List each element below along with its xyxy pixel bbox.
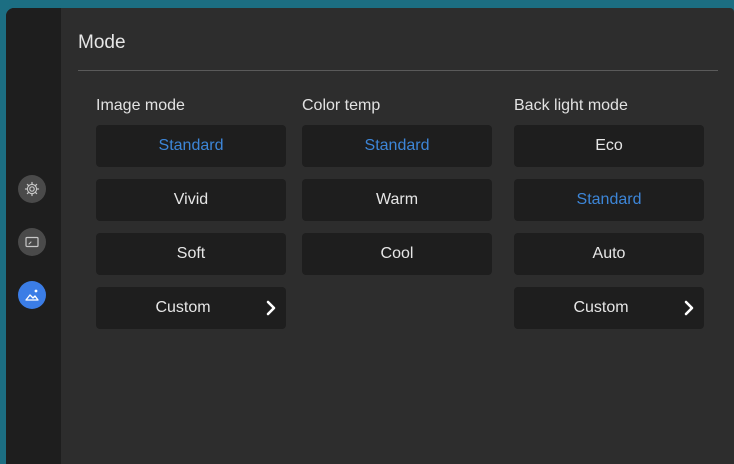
image-mode-soft-button[interactable]: Soft — [96, 233, 286, 275]
color-temp-heading: Color temp — [302, 97, 381, 114]
color-temp-cool-button[interactable]: Cool — [302, 233, 492, 275]
back-light-eco-button[interactable]: Eco — [514, 125, 704, 167]
image-mode-heading: Image mode — [96, 97, 185, 114]
color-temp-warm-button[interactable]: Warm — [302, 179, 492, 221]
chevron-right-icon — [684, 300, 694, 316]
sidebar-item-settings[interactable] — [18, 175, 46, 203]
gear-icon — [24, 181, 40, 197]
option-label: Standard — [158, 137, 224, 154]
sidebar-item-display[interactable] — [18, 228, 46, 256]
chevron-right-icon — [266, 300, 276, 316]
option-label: Cool — [380, 245, 414, 262]
image-mode-vivid-button[interactable]: Vivid — [96, 179, 286, 221]
sidebar-item-image-mode[interactable] — [18, 281, 46, 309]
display-icon — [25, 236, 39, 248]
option-label: Standard — [576, 191, 642, 208]
option-label: Vivid — [173, 191, 209, 208]
option-label: Eco — [595, 137, 623, 154]
settings-window: Mode Image mode Standard Vivid Soft Cust… — [6, 8, 734, 464]
color-temp-standard-button[interactable]: Standard — [302, 125, 492, 167]
option-label: Standard — [364, 137, 430, 154]
option-label: Custom — [573, 299, 629, 316]
image-mode-custom-button[interactable]: Custom — [96, 287, 286, 329]
option-label: Auto — [592, 245, 626, 262]
back-light-auto-button[interactable]: Auto — [514, 233, 704, 275]
image-mode-icon — [25, 289, 39, 301]
option-label: Soft — [176, 245, 206, 262]
image-mode-standard-button[interactable]: Standard — [96, 125, 286, 167]
page-title: Mode — [78, 32, 126, 53]
back-light-mode-heading: Back light mode — [514, 97, 628, 114]
back-light-custom-button[interactable]: Custom — [514, 287, 704, 329]
back-light-standard-button[interactable]: Standard — [514, 179, 704, 221]
sidebar — [6, 8, 61, 464]
option-label: Warm — [375, 191, 419, 208]
option-label: Custom — [155, 299, 211, 316]
title-divider — [78, 70, 718, 71]
